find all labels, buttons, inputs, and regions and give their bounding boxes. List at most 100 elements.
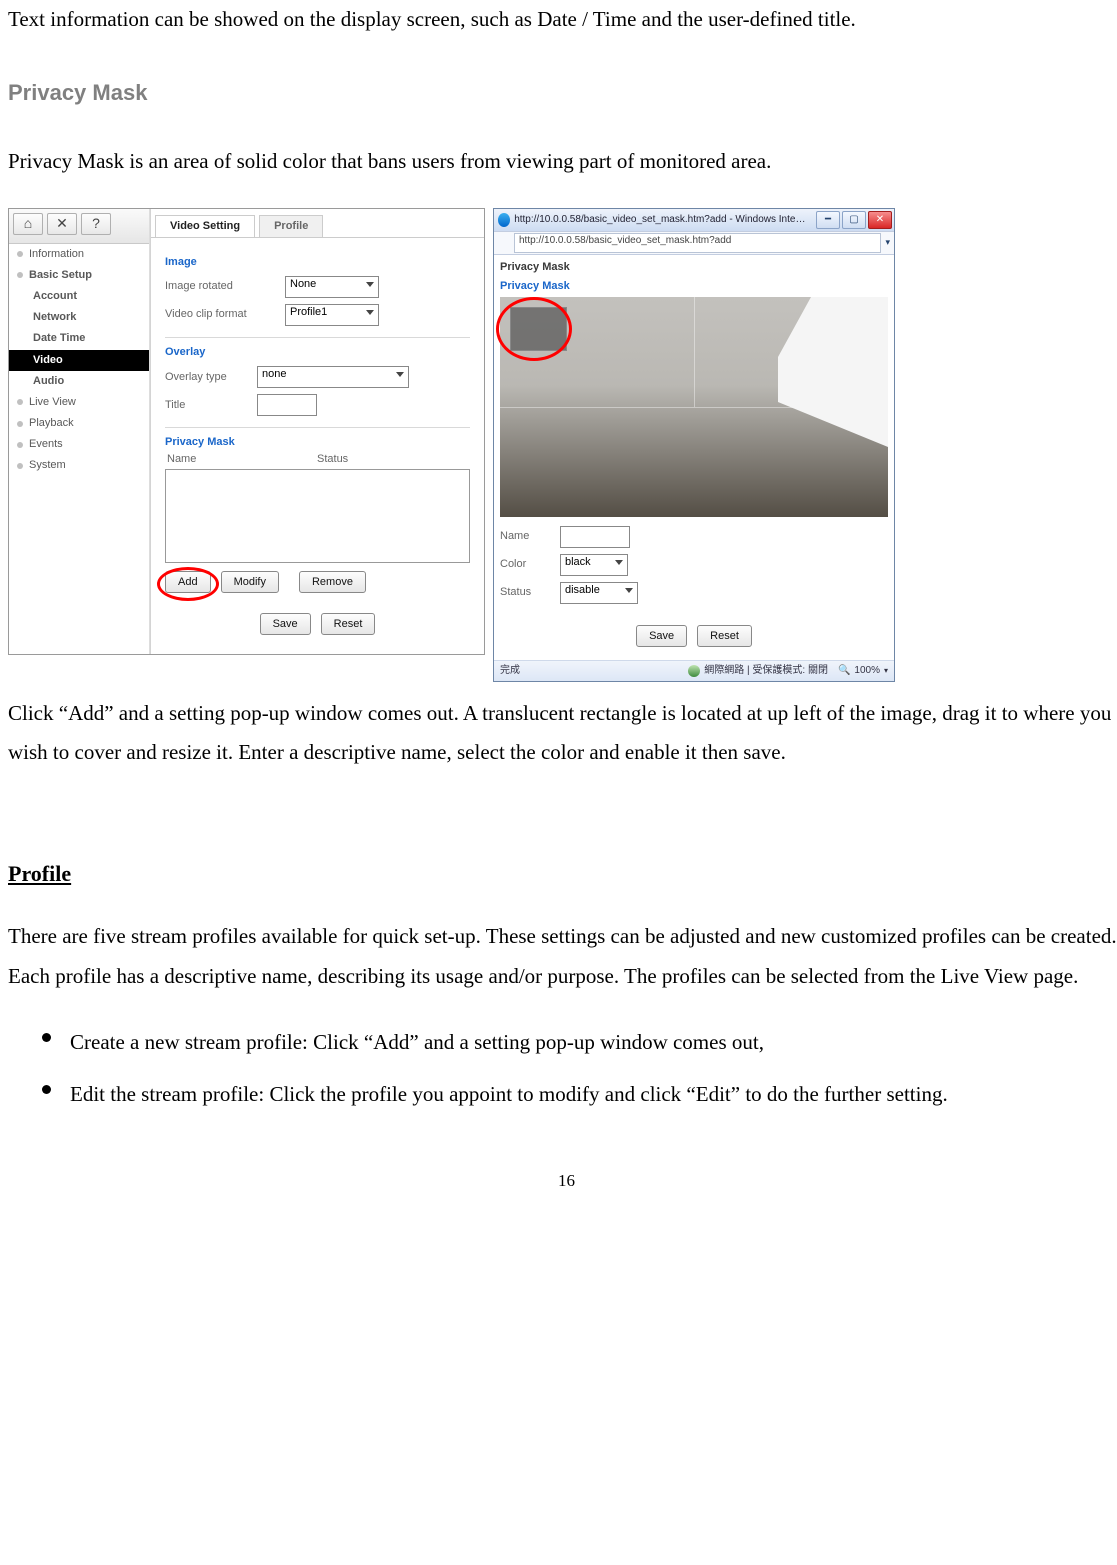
dropdown-icon[interactable]: ▾ (885, 237, 890, 248)
nav-label: Information (29, 248, 84, 261)
modify-button[interactable]: Modify (221, 571, 279, 593)
row-overlay-type: Overlay type none (165, 363, 470, 391)
remove-button[interactable]: Remove (299, 571, 366, 593)
overlay-title-input[interactable] (257, 394, 317, 416)
subsection-heading-profile: Profile (8, 853, 1117, 895)
nav-system[interactable]: System (9, 455, 149, 476)
nav-date-time[interactable]: Date Time (9, 328, 149, 349)
nav-label: Events (29, 438, 63, 451)
save-reset-row: Save Reset (165, 613, 470, 635)
row-video-clip: Video clip format Profile1 (165, 301, 470, 329)
nav-playback[interactable]: Playback (9, 413, 149, 434)
nav-video[interactable]: Video (9, 350, 149, 371)
popup-name-input[interactable] (560, 526, 630, 548)
overlay-type-select[interactable]: none (257, 366, 409, 388)
reset-button[interactable]: Reset (321, 613, 376, 635)
video-clip-label: Video clip format (165, 308, 275, 321)
col-status: Status (317, 453, 348, 466)
nav-basic-setup[interactable]: Basic Setup (9, 265, 149, 286)
window-title: http://10.0.0.58/basic_video_set_mask.ht… (514, 214, 808, 226)
save-button[interactable]: Save (260, 613, 311, 635)
status-zoom[interactable]: 🔍100%▾ (838, 665, 888, 677)
add-button[interactable]: Add (165, 571, 211, 593)
status-zoom-text: 100% (854, 665, 880, 677)
overlay-title-label: Title (165, 399, 247, 412)
nav-label: System (29, 459, 66, 472)
popup-reset-button[interactable]: Reset (697, 625, 752, 647)
popup-save-button[interactable]: Save (636, 625, 687, 647)
nav-label: Playback (29, 417, 74, 430)
settings-window: ⌂ ✕ ? Information Basic Setup Account Ne… (8, 208, 485, 655)
popup-row-name: Name (500, 523, 888, 551)
zoom-icon: 🔍 (838, 665, 850, 677)
tab-bar: Video Setting Profile (151, 215, 484, 238)
window-close-button[interactable]: ✕ (868, 211, 892, 229)
status-net-text: 網際網路 | 受保護模式: 關閉 (704, 665, 828, 677)
nav-label: Date Time (33, 332, 85, 345)
popup-button-row: Save Reset (500, 625, 888, 647)
red-circle-annotation (496, 297, 572, 361)
row-image-rotated: Image rotated None (165, 273, 470, 301)
main-pane: Video Setting Profile Image Image rotate… (150, 209, 484, 654)
address-field[interactable]: http://10.0.0.58/basic_video_set_mask.ht… (514, 233, 881, 253)
image-rotated-select[interactable]: None (285, 276, 379, 298)
globe-icon (688, 665, 700, 677)
tab-profile[interactable]: Profile (259, 215, 323, 237)
nav-audio[interactable]: Audio (9, 371, 149, 392)
nav-label: Account (33, 290, 77, 303)
popup-row-color: Color black (500, 551, 888, 579)
separator (165, 337, 470, 338)
profile-paragraph: There are five stream profiles available… (8, 917, 1117, 997)
row-overlay-title: Title (165, 391, 470, 419)
nav-information[interactable]: Information (9, 244, 149, 265)
section-heading-privacy-mask: Privacy Mask (8, 72, 1117, 114)
window-minimize-button[interactable]: ━ (816, 211, 840, 229)
nav-label: Network (33, 311, 76, 324)
figure-row: ⌂ ✕ ? Information Basic Setup Account Ne… (8, 208, 1117, 682)
popup-status-select[interactable]: disable (560, 582, 638, 604)
tab-video-setting[interactable]: Video Setting (155, 215, 255, 237)
nav-network[interactable]: Network (9, 307, 149, 328)
nav-label: Audio (33, 375, 64, 388)
video-preview[interactable] (500, 297, 888, 517)
popup-color-label: Color (500, 558, 550, 571)
address-bar: http://10.0.0.58/basic_video_set_mask.ht… (494, 231, 894, 255)
help-icon[interactable]: ? (81, 213, 111, 235)
image-rotated-label: Image rotated (165, 280, 275, 293)
popup-subheading: Privacy Mask (500, 280, 888, 293)
nav-list: Information Basic Setup Account Network … (9, 244, 149, 477)
group-title-overlay: Overlay (165, 346, 470, 359)
window-titlebar: http://10.0.0.58/basic_video_set_mask.ht… (494, 209, 894, 231)
popup-row-status: Status disable (500, 579, 888, 607)
ie-icon (498, 213, 510, 227)
nav-label: Live View (29, 396, 76, 409)
close-x-icon[interactable]: ✕ (47, 213, 77, 235)
intro-paragraph: Text information can be showed on the di… (8, 0, 1117, 40)
group-title-image: Image (165, 256, 470, 269)
video-clip-select[interactable]: Profile1 (285, 304, 379, 326)
nav-events[interactable]: Events (9, 434, 149, 455)
privacy-mask-listbox[interactable] (165, 469, 470, 563)
privacy-mask-buttons: Add Modify Remove (165, 571, 470, 593)
popup-status-label: Status (500, 586, 550, 599)
nav-liveview[interactable]: Live View (9, 392, 149, 413)
popup-name-label: Name (500, 530, 550, 543)
col-name: Name (167, 453, 317, 466)
page-icon (498, 237, 510, 249)
after-figure-paragraph: Click “Add” and a setting pop-up window … (8, 694, 1117, 774)
status-net: 網際網路 | 受保護模式: 關閉 (688, 665, 828, 677)
bullet-list: Create a new stream profile: Click “Add”… (42, 1023, 1117, 1115)
status-bar: 完成 網際網路 | 受保護模式: 關閉 🔍100%▾ (494, 660, 894, 681)
sidebar: ⌂ ✕ ? Information Basic Setup Account Ne… (9, 209, 150, 654)
nav-label: Basic Setup (29, 269, 92, 282)
popup-window: http://10.0.0.58/basic_video_set_mask.ht… (493, 208, 895, 682)
section-intro: Privacy Mask is an area of solid color t… (8, 142, 1117, 182)
bullet-item: Create a new stream profile: Click “Add”… (42, 1023, 1117, 1063)
home-icon[interactable]: ⌂ (13, 213, 43, 235)
nav-account[interactable]: Account (9, 286, 149, 307)
window-maximize-button[interactable]: ▢ (842, 211, 866, 229)
popup-color-select[interactable]: black (560, 554, 628, 576)
sidebar-toolbar: ⌂ ✕ ? (9, 209, 149, 244)
bullet-item: Edit the stream profile: Click the profi… (42, 1075, 1117, 1115)
page-number: 16 (8, 1165, 1117, 1197)
